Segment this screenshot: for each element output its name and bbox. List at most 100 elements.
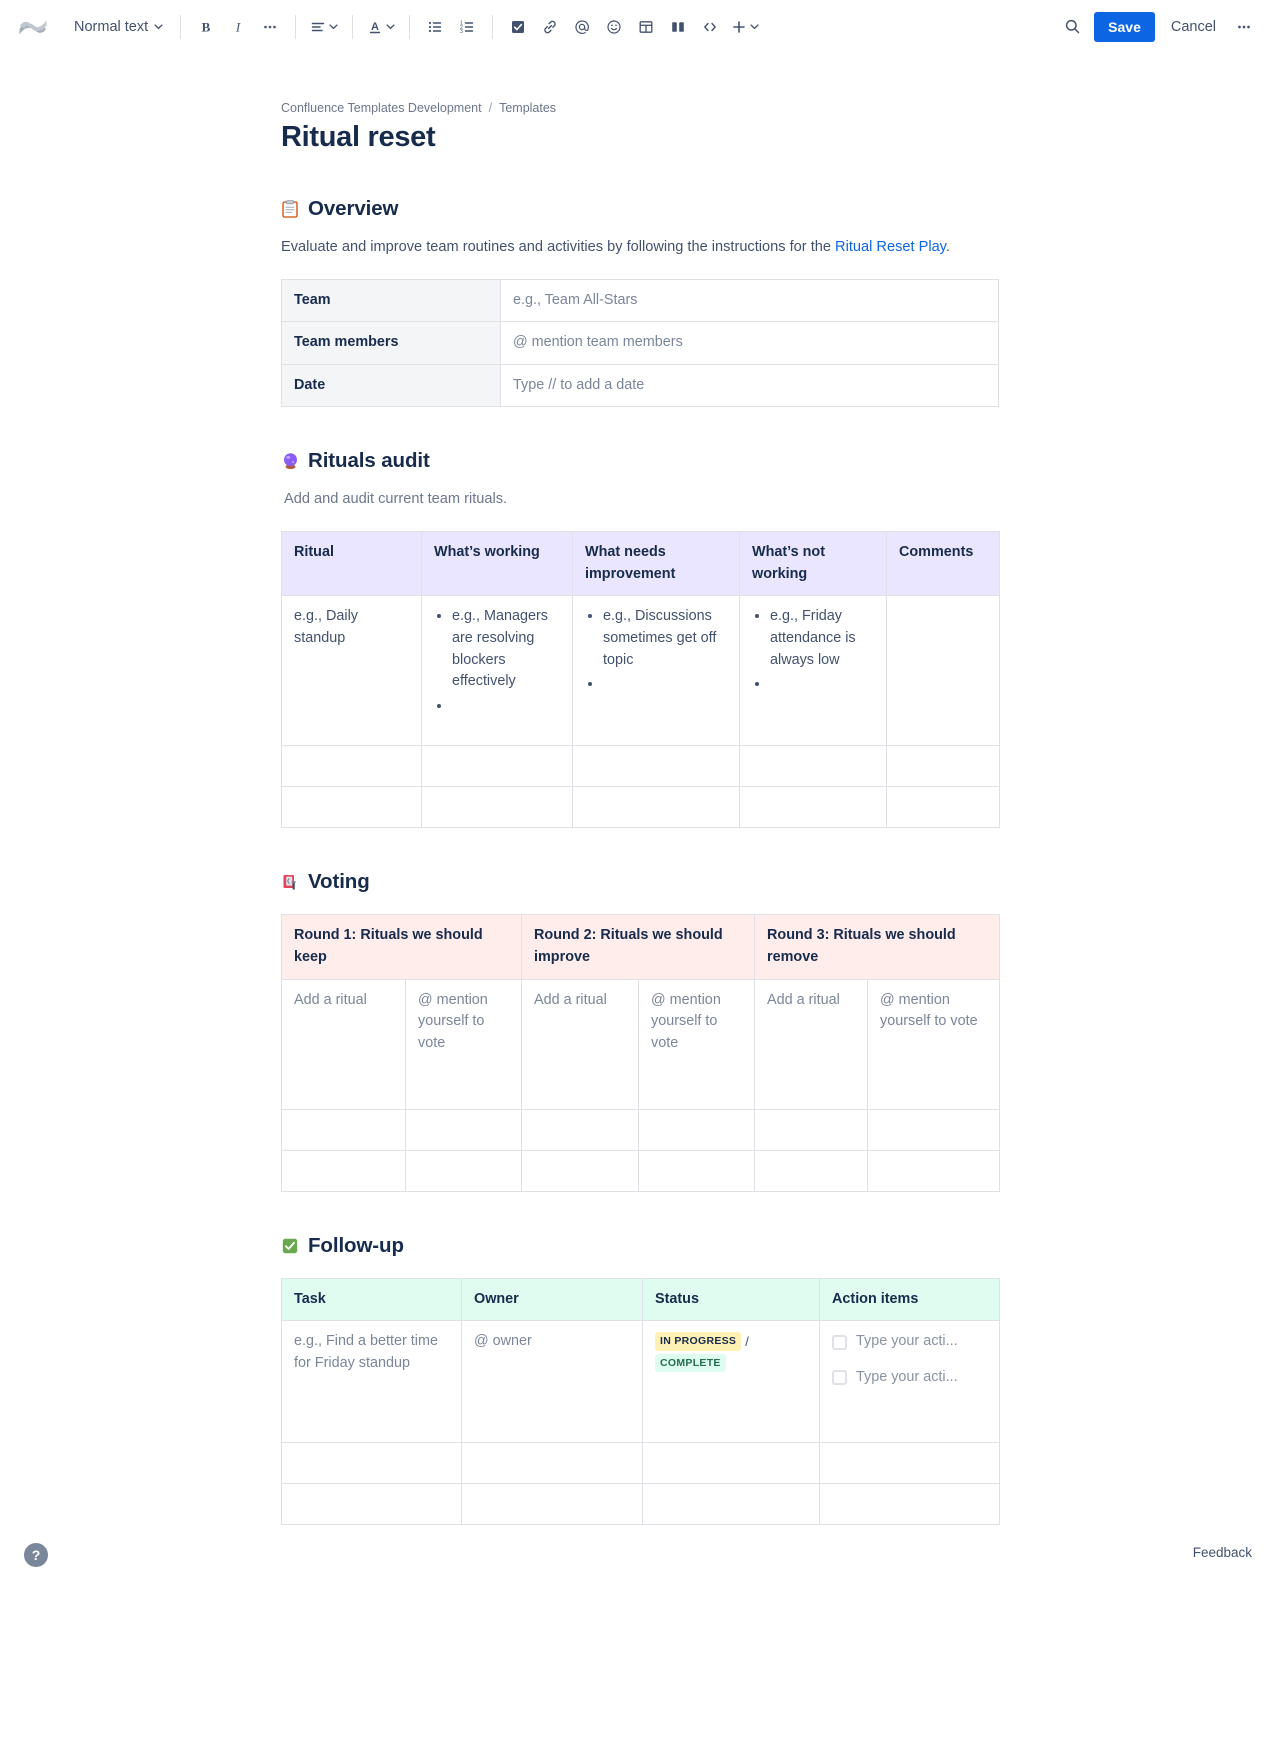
audit-list-whats-working: e.g., Managers are resolving blockers ef… [434,606,560,717]
follow-up-cell-empty[interactable] [281,1483,462,1526]
audit-cell-empty[interactable] [739,745,887,788]
status-badge-complete[interactable]: COMPLETE [655,1353,726,1373]
text-align-button[interactable] [305,11,343,43]
text-style-select[interactable]: Normal text [64,14,171,40]
voting-cell-empty[interactable] [281,1149,406,1192]
action-item-checkbox[interactable] [832,1334,847,1350]
action-item-label[interactable]: Type your acti... [856,1367,958,1389]
voting-cell-empty[interactable] [638,1149,756,1192]
follow-up-cell-empty[interactable] [461,1483,643,1526]
breadcrumb-parent[interactable]: Templates [499,101,556,115]
follow-up-cell-action-items[interactable]: Type your acti... Type your acti... [819,1320,1000,1444]
feedback-link[interactable]: Feedback [1193,1545,1252,1560]
overview-table: Team e.g., Team All-Stars Team members @… [281,278,999,408]
follow-up-cell-empty[interactable] [281,1442,462,1485]
follow-up-cell-empty[interactable] [642,1483,820,1526]
section-title-overview: Overview [308,196,399,220]
voting-cell-empty[interactable] [754,1108,869,1151]
voting-cell-empty[interactable] [404,1149,523,1192]
task-checkbox-button[interactable] [502,11,534,43]
status-badge-in-progress[interactable]: IN PROGRESS [655,1332,742,1351]
voting-cell-empty[interactable] [867,1108,1001,1151]
section-title-rituals-audit: Rituals audit [308,449,430,473]
voting-cell-empty[interactable] [754,1149,869,1192]
numbered-list-button[interactable]: 123 [451,11,483,43]
section-heading-rituals-audit: Rituals audit [281,449,999,473]
audit-cell-empty[interactable] [421,745,573,788]
voting-cell-r1-vote[interactable]: @ mention yourself to vote [404,978,523,1110]
voting-cell-r2-vote[interactable]: @ mention yourself to vote [638,978,756,1110]
voting-cell-empty[interactable] [867,1149,1001,1192]
voting-cell-empty[interactable] [521,1108,640,1151]
voting-cell-r3-vote[interactable]: @ mention yourself to vote [867,978,1001,1110]
follow-up-cell-empty[interactable] [819,1483,1000,1526]
audit-cell-empty[interactable] [739,786,887,829]
audit-cell-empty[interactable] [886,745,1000,788]
audit-cell-empty[interactable] [572,786,740,829]
layout-columns-icon[interactable] [662,11,694,43]
follow-up-cell-empty[interactable] [819,1442,1000,1485]
page-content: Confluence Templates Development / Templ… [280,53,1001,1526]
italic-button[interactable]: I [222,11,254,43]
audit-cell-empty[interactable] [281,786,422,829]
ritual-reset-play-link[interactable]: Ritual Reset Play [835,239,946,255]
code-snippet-icon[interactable] [694,11,726,43]
list-item[interactable] [770,674,874,696]
voting-cell-r3-ritual[interactable]: Add a ritual [754,978,869,1110]
insert-table-icon[interactable] [630,11,662,43]
audit-col-whats-working: What’s working [421,531,573,597]
audit-col-comments: Comments [886,531,1000,597]
audit-cell-empty[interactable] [421,786,573,829]
voting-cell-empty[interactable] [638,1108,756,1151]
insert-more-button[interactable] [726,11,764,43]
more-formatting-button[interactable] [254,11,286,43]
audit-cell-needs-improvement[interactable]: e.g., Discussions sometimes get off topi… [572,595,740,747]
follow-up-cell-task[interactable]: e.g., Find a better time for Friday stan… [281,1320,462,1444]
overview-value-date[interactable]: Type // to add a date [500,363,999,408]
list-item[interactable]: e.g., Discussions sometimes get off topi… [603,606,727,671]
voting-cell-r1-ritual[interactable]: Add a ritual [281,978,406,1110]
breadcrumb-space[interactable]: Confluence Templates Development [281,101,482,115]
list-item[interactable] [452,696,560,718]
link-icon[interactable] [534,11,566,43]
list-item[interactable]: e.g., Managers are resolving blockers ef… [452,606,560,692]
mention-icon[interactable] [566,11,598,43]
follow-up-cell-empty[interactable] [642,1442,820,1485]
table-row [281,1483,1000,1526]
rituals-audit-description: Add and audit current team rituals. [284,491,508,508]
voting-cell-empty[interactable] [521,1149,640,1192]
voting-cell-empty[interactable] [404,1108,523,1151]
follow-up-cell-empty[interactable] [461,1442,643,1485]
overview-value-team-members[interactable]: @ mention team members [500,321,999,365]
page-title[interactable]: Ritual reset [281,121,999,155]
audit-cell-whats-working[interactable]: e.g., Managers are resolving blockers ef… [421,595,573,747]
audit-cell-empty[interactable] [572,745,740,788]
editor-page: Confluence Templates Development / Templ… [0,53,1280,1615]
voting-cell-empty[interactable] [281,1108,406,1151]
cancel-button[interactable]: Cancel [1159,12,1228,42]
audit-cell-empty[interactable] [886,786,1000,829]
audit-cell-ritual[interactable]: e.g., Daily standup [281,595,422,747]
text-color-button[interactable]: A [362,11,400,43]
save-button[interactable]: Save [1094,11,1155,42]
breadcrumb: Confluence Templates Development / Templ… [281,101,999,115]
search-icon[interactable] [1056,11,1088,43]
bullet-list-button[interactable] [419,11,451,43]
action-item-checkbox[interactable] [832,1370,847,1386]
help-icon[interactable]: ? [24,1543,48,1568]
follow-up-cell-owner[interactable]: @ owner [461,1320,643,1444]
confluence-logo[interactable] [16,10,50,44]
overview-value-team[interactable]: e.g., Team All-Stars [500,278,999,323]
audit-cell-comments[interactable] [886,595,1000,747]
audit-cell-empty[interactable] [281,745,422,788]
list-item[interactable]: e.g., Friday attendance is always low [770,606,874,671]
follow-up-cell-status[interactable]: IN PROGRESS/ COMPLETE [642,1320,820,1444]
emoji-icon[interactable] [598,11,630,43]
bold-button[interactable]: B [190,11,222,43]
list-item[interactable] [603,674,727,696]
more-options-button[interactable] [1228,11,1260,43]
action-item-label[interactable]: Type your acti... [856,1331,958,1353]
audit-cell-not-working[interactable]: e.g., Friday attendance is always low [739,595,887,747]
voting-cell-r2-ritual[interactable]: Add a ritual [521,978,640,1110]
table-header-row: Ritual What’s working What needs improve… [281,531,1000,597]
